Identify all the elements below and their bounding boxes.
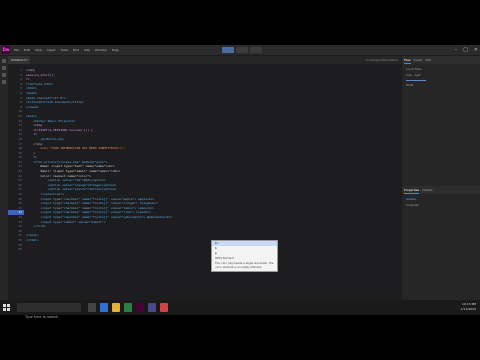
title-bar: Dw File Edit View Insert Tools Find Site… — [0, 45, 480, 55]
document-path: C:\xampp\htdocs\test — [365, 58, 398, 62]
tab-properties[interactable]: Properties — [404, 186, 420, 194]
autocomplete-popup: br b p HTML Element The <br> tag inserts… — [211, 240, 278, 272]
tab-css[interactable]: CSS — [425, 56, 431, 64]
document-tab[interactable]: Untitled-1* — [8, 56, 31, 64]
menu-find[interactable]: Find — [73, 45, 79, 55]
menu-file[interactable]: File — [14, 45, 19, 55]
taskbar-search[interactable]: Type here to search — [17, 303, 81, 319]
maximize-icon[interactable]: □ — [463, 45, 468, 55]
taskbar-search-placeholder: Type here to search — [25, 315, 59, 319]
left-toolbar — [0, 56, 8, 300]
dreamweaver-window: Dw File Edit View Insert Tools Find Site… — [0, 45, 480, 315]
menu-window[interactable]: Window — [95, 45, 107, 55]
panel-row[interactable]: DOM — [406, 83, 474, 88]
autocomplete-description: The <br> tag inserts a single line break… — [215, 262, 274, 269]
explorer-icon[interactable] — [112, 303, 120, 312]
menu-help[interactable]: Help — [112, 45, 119, 55]
lower-panel-tabs: Properties Output — [402, 186, 480, 194]
app-logo: Dw — [2, 46, 10, 54]
menu-edit[interactable]: Edit — [24, 45, 30, 55]
live-view-button[interactable] — [250, 47, 262, 53]
system-tray: 10:13 PM 1/11/2020 — [461, 302, 476, 312]
panel-row[interactable]: Snippets — [406, 203, 474, 208]
tab-output[interactable]: Output — [422, 186, 432, 194]
panel-row[interactable]: Site - test — [406, 73, 474, 78]
code-icon[interactable] — [2, 66, 6, 70]
file-icon[interactable] — [2, 59, 6, 63]
code-content[interactable]: <?php session_start(); ?> <!doctype html> <h… — [26, 68, 396, 252]
window-controls: – □ ✕ — [455, 45, 478, 55]
panel-divider — [406, 80, 426, 81]
windows-taskbar: Type here to search 10:13 PM 1/11/2020 — [0, 300, 480, 319]
edge-icon[interactable] — [100, 303, 108, 312]
minimize-icon[interactable]: – — [455, 45, 458, 55]
menu-insert[interactable]: Insert — [47, 45, 56, 55]
comment-icon[interactable] — [2, 80, 6, 84]
app-icon[interactable] — [148, 303, 156, 312]
close-icon[interactable]: ✕ — [474, 45, 478, 55]
split-view-button[interactable] — [236, 47, 248, 53]
tab-insert[interactable]: Insert — [414, 56, 423, 64]
panel-row[interactable]: Local Files — [406, 67, 474, 72]
menu-tools[interactable]: Tools — [61, 45, 68, 55]
menu-bar: File Edit View Insert Tools Find Site Wi… — [14, 45, 119, 55]
format-icon[interactable] — [2, 73, 6, 77]
recorder-icon[interactable] — [160, 303, 168, 312]
task-view-icon[interactable] — [88, 303, 96, 312]
line-number: 40 — [18, 247, 22, 252]
code-editor[interactable]: 1 2 3 4 5 6 7 8 9 10 11 12 13 14 15 16 17 18 19 20 21 22 23 24 2… — [8, 64, 401, 300]
code-view-button[interactable] — [222, 47, 234, 53]
menu-view[interactable]: View — [35, 45, 42, 55]
right-panel: Files Insert CSS Local Files Site - test… — [402, 56, 480, 300]
dreamweaver-icon[interactable] — [136, 303, 144, 312]
clock-date[interactable]: 1/11/2020 — [461, 307, 476, 312]
menu-site[interactable]: Site — [84, 45, 90, 55]
panel-tabs: Files Insert CSS — [402, 56, 480, 64]
panel-row[interactable]: Assets — [406, 197, 474, 202]
store-icon[interactable] — [124, 303, 132, 312]
windows-start-icon[interactable] — [3, 304, 10, 311]
tab-files[interactable]: Files — [404, 56, 411, 64]
document-tab-bar: Untitled-1* C:\xampp\htdocs\test — [8, 56, 401, 64]
line-number-gutter: 1 2 3 4 5 6 7 8 9 10 11 12 13 14 15 16 17 18 19 20 21 22 23 24 2… — [8, 68, 24, 252]
